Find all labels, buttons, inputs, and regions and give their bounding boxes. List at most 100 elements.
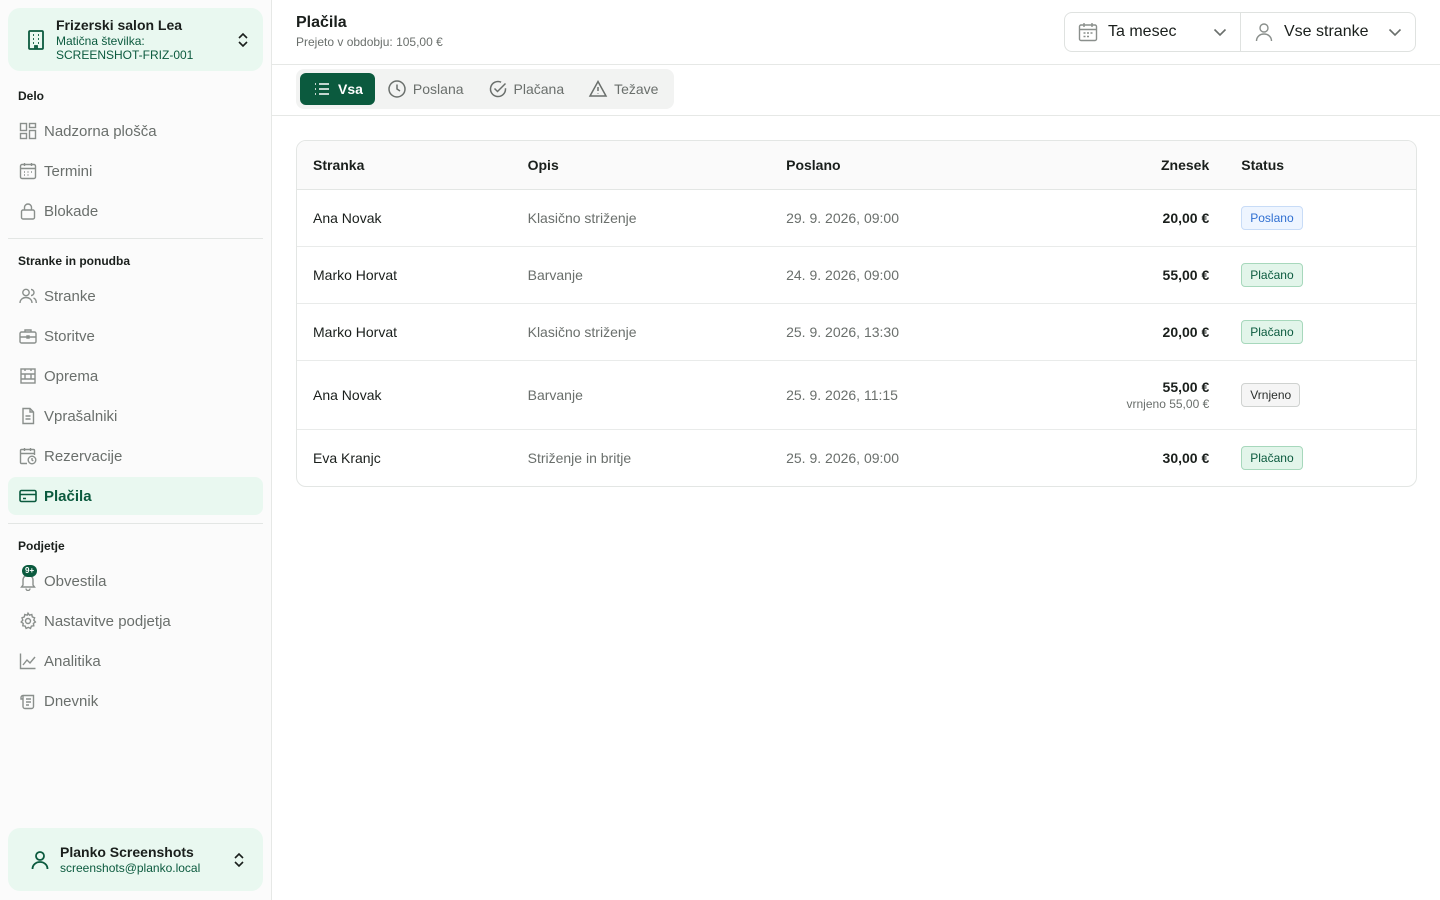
user-icon <box>1255 23 1273 42</box>
sidebar-item-obvestila[interactable]: 9+ Obvestila <box>8 562 263 600</box>
calendar-icon <box>19 163 37 180</box>
cell-status: Poslano <box>1225 189 1416 246</box>
sidebar-item-rezervacije[interactable]: Rezervacije <box>8 437 263 475</box>
chevron-down-icon <box>1388 28 1402 37</box>
briefcase-icon <box>19 329 37 344</box>
cell-sent: 29. 9. 2026, 09:00 <box>786 209 899 226</box>
sidebar-item-label: Analitika <box>44 652 101 670</box>
cell-status: Vrnjeno <box>1225 360 1416 429</box>
table-row[interactable]: Marko Horvat Barvanje 24. 9. 2026, 09:00… <box>297 246 1416 303</box>
warning-icon <box>588 79 608 97</box>
table-row[interactable]: Marko Horvat Klasično striženje 25. 9. 2… <box>297 303 1416 360</box>
sidebar-item-nastavitve-podjetja[interactable]: Nastavitve podjetja <box>8 602 263 640</box>
sidebar: Frizerski salon Lea Matična številka: SC… <box>0 0 272 900</box>
tab-label: Vsa <box>338 81 363 97</box>
sidebar-item-termini[interactable]: Termini <box>8 152 263 190</box>
sidebar-item-vprasalniki[interactable]: Vprašalniki <box>8 397 263 435</box>
status-badge: Plačano <box>1241 262 1303 287</box>
user-name: Planko Screenshots <box>60 843 194 860</box>
status-badge: Plačano <box>1241 445 1303 470</box>
table-header-row: Stranka Opis Poslano Znesek Status <box>297 141 1416 189</box>
sidebar-item-blokade[interactable]: Blokade <box>8 192 263 230</box>
chevron-down-icon <box>1213 28 1227 37</box>
clients-filter-value: Vse stranke <box>1284 23 1369 40</box>
equipment-icon <box>20 368 36 384</box>
users-icon <box>19 288 37 304</box>
sidebar-item-storitve[interactable]: Storitve <box>8 317 263 355</box>
clients-filter-dropdown[interactable]: Vse stranke <box>1241 13 1415 51</box>
sidebar-item-label: Blokade <box>44 202 99 220</box>
tab-label: Plačana <box>513 81 565 97</box>
page-subtitle: Prejeto v obdobju: 105,00 € <box>296 35 443 49</box>
sidebar-item-analitika[interactable]: Analitika <box>8 642 263 680</box>
column-header-status[interactable]: Status <box>1225 141 1416 189</box>
sidebar-item-label: Nadzorna plošča <box>44 122 157 140</box>
amount-value: 20,00 € <box>1162 209 1210 226</box>
column-header-description[interactable]: Opis <box>512 141 771 189</box>
cell-client: Eva Kranjc <box>313 449 381 466</box>
table-row[interactable]: Ana Novak Klasično striženje 29. 9. 2026… <box>297 189 1416 246</box>
cell-description: Klasično striženje <box>527 323 637 340</box>
tab-vsa[interactable]: Vsa <box>300 73 375 105</box>
payments-table: Stranka Opis Poslano Znesek Status Ana N… <box>296 140 1417 487</box>
tab-label: Poslana <box>412 81 464 97</box>
document-icon <box>22 407 35 425</box>
cell-status: Plačano <box>1225 303 1416 360</box>
amount-value: 30,00 € <box>1162 449 1210 466</box>
check-circle-icon <box>489 80 506 98</box>
tab-poslana[interactable]: Poslana <box>375 73 476 105</box>
sidebar-divider <box>8 238 263 239</box>
page-header: Plačila Prejeto v obdobju: 105,00 € Ta m… <box>272 0 1440 65</box>
sidebar-item-label: Vprašalniki <box>44 407 118 425</box>
sidebar-item-nadzorna-plosca[interactable]: Nadzorna plošča <box>8 112 263 150</box>
sidebar-item-label: Storitve <box>44 327 95 345</box>
section-title-delo: Delo <box>18 89 45 103</box>
cell-description: Barvanje <box>527 386 583 403</box>
sidebar-item-label: Termini <box>44 162 93 180</box>
chevron-up-down-icon <box>234 852 244 867</box>
table-row[interactable]: Ana Novak Barvanje 25. 9. 2026, 11:15 55… <box>297 360 1416 429</box>
user-switcher[interactable]: Planko Screenshots screenshots@planko.lo… <box>8 828 263 891</box>
cell-client: Marko Horvat <box>313 323 398 340</box>
cell-description: Barvanje <box>527 266 583 283</box>
cell-sent: 25. 9. 2026, 13:30 <box>786 323 899 340</box>
status-badge: Vrnjeno <box>1241 382 1301 407</box>
calendar-icon <box>1078 23 1098 42</box>
tab-tezave[interactable]: Težave <box>576 73 670 105</box>
column-header-amount[interactable]: Znesek <box>1000 141 1226 189</box>
amount-value: 20,00 € <box>1162 323 1210 340</box>
organization-switcher[interactable]: Frizerski salon Lea Matična številka: SC… <box>8 8 263 71</box>
clock-icon <box>388 80 406 98</box>
amount-value: 55,00 € <box>1162 266 1210 283</box>
section-title-stranke-in-ponudba: Stranke in ponudba <box>18 254 131 268</box>
organization-id-label: Matična številka: <box>56 33 145 48</box>
period-filter-dropdown[interactable]: Ta mesec <box>1065 13 1241 51</box>
notification-count-badge: 9+ <box>22 565 38 577</box>
cell-description: Striženje in britje <box>527 449 632 466</box>
sidebar-item-dnevnik[interactable]: Dnevnik <box>8 682 263 720</box>
gear-icon <box>20 611 37 630</box>
column-header-client[interactable]: Stranka <box>297 141 512 189</box>
credit-card-icon <box>19 489 37 503</box>
main-content: Plačila Prejeto v obdobju: 105,00 € Ta m… <box>272 0 1440 900</box>
sidebar-item-stranke[interactable]: Stranke <box>8 277 263 315</box>
sidebar-item-label: Nastavitve podjetja <box>44 612 171 630</box>
scroll-icon <box>20 694 35 710</box>
status-badge: Poslano <box>1241 205 1303 230</box>
user-icon <box>31 850 49 869</box>
tab-placana[interactable]: Plačana <box>476 73 577 105</box>
amount-value: 55,00 € <box>1162 378 1210 395</box>
column-header-sent[interactable]: Poslano <box>770 141 1000 189</box>
sidebar-item-label: Obvestila <box>44 572 107 590</box>
cell-sent: 25. 9. 2026, 09:00 <box>786 449 899 466</box>
cell-amount: 30,00 € <box>1000 429 1226 486</box>
list-icon <box>315 83 329 95</box>
sidebar-item-oprema[interactable]: Oprema <box>8 357 263 395</box>
sidebar-divider <box>8 523 263 524</box>
status-badge: Plačano <box>1241 319 1303 344</box>
status-tabs: Vsa Poslana Plačana Težave <box>296 69 675 109</box>
cell-amount: 20,00 € <box>1000 303 1226 360</box>
sidebar-item-placila[interactable]: Plačila <box>8 477 263 515</box>
cell-status: Plačano <box>1225 429 1416 486</box>
table-row[interactable]: Eva Kranjc Striženje in britje 25. 9. 20… <box>297 429 1416 486</box>
